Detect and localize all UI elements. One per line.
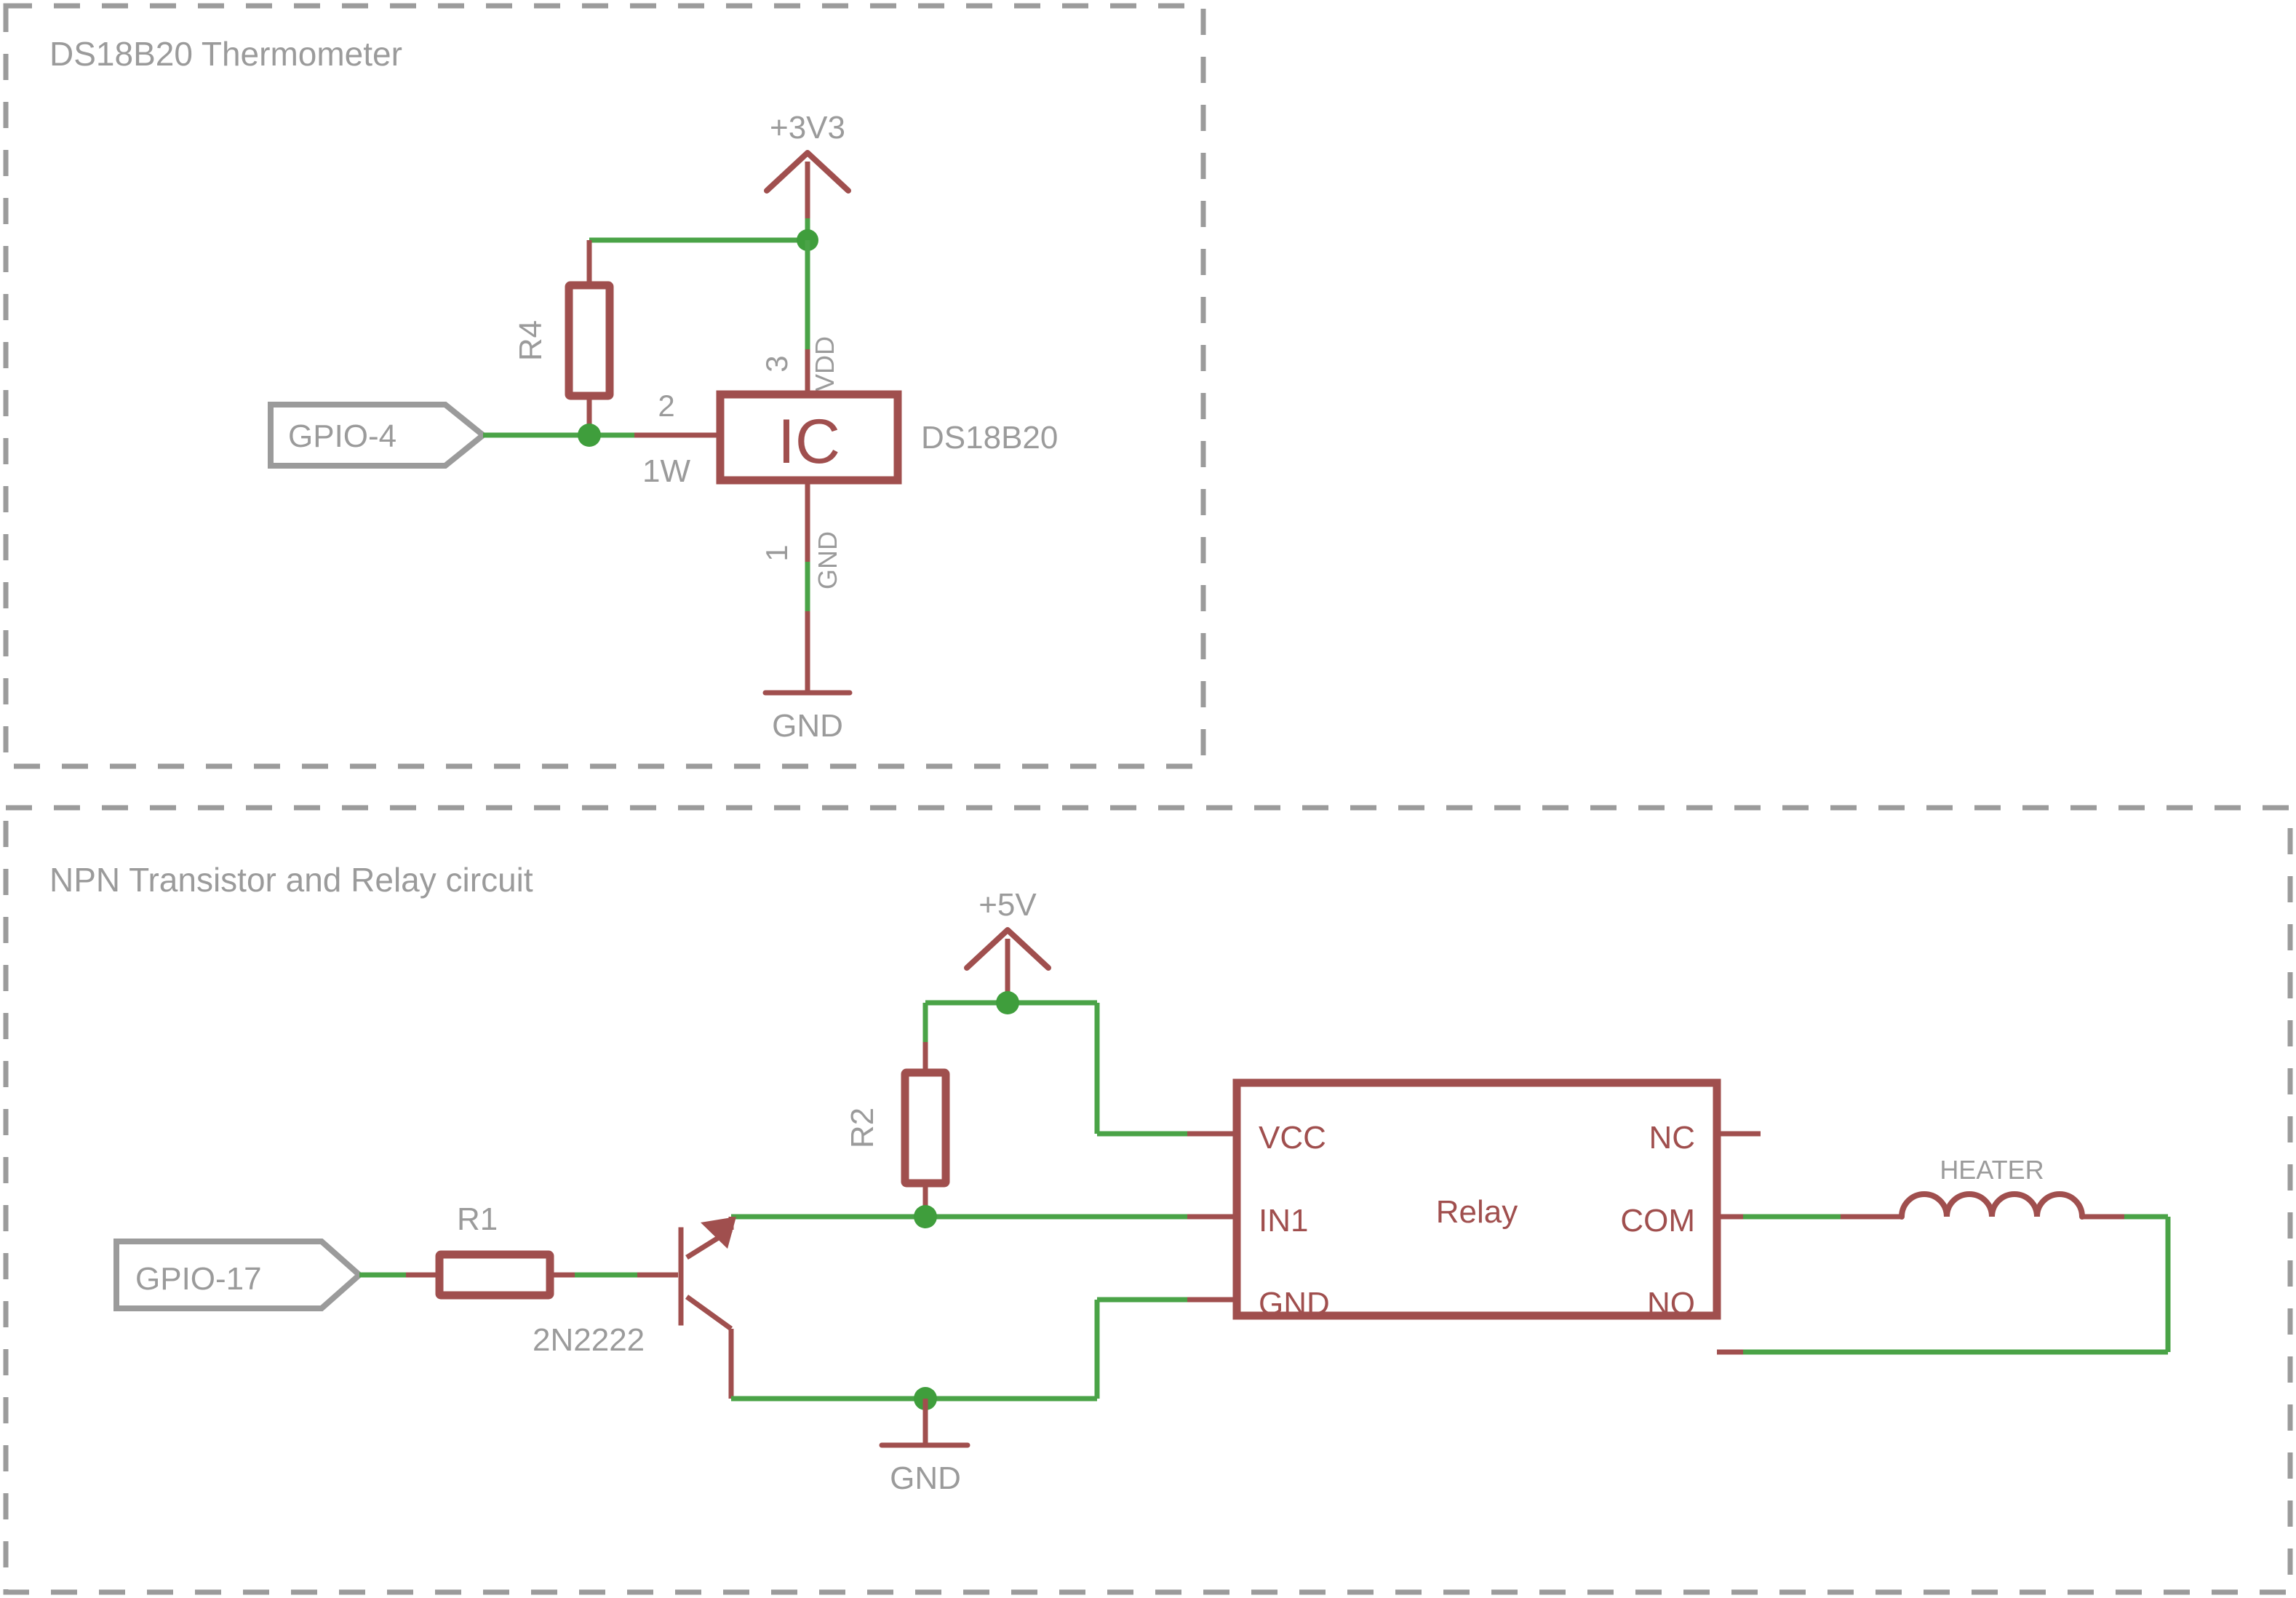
inductor-heater-label: HEATER (1940, 1155, 2044, 1185)
ic-pin-1-number: 1 (760, 544, 794, 561)
gnd-symbol-relay: GND (879, 1442, 970, 1496)
relay-pin-label-nc: NC (1649, 1120, 1695, 1156)
schematic-canvas: DS18B20 Thermometer +3V3 R4 3 VDD GPIO-4… (3, 3, 2293, 1595)
relay-pin-label-com: COM (1620, 1203, 1695, 1239)
ic-symbol-text: IC (778, 407, 840, 477)
relay-pin-label-in1: IN1 (1259, 1203, 1308, 1239)
schematic-sheet: DS18B20 Thermometer +3V3 R4 3 VDD GPIO-4… (0, 0, 2296, 1598)
ic-pin-3-number: 3 (760, 355, 794, 372)
power-symbol-3v3: +3V3 (764, 110, 851, 218)
power-symbol-5v: +5V (964, 887, 1051, 998)
power-label-3v3: +3V3 (770, 110, 845, 146)
gpio-4-label: GPIO-4 (288, 418, 396, 454)
power-label-5v: +5V (978, 887, 1037, 923)
ic-pin-2-number: 2 (658, 389, 674, 423)
resistor-r1-label: R1 (457, 1201, 498, 1237)
gnd-label-thermometer: GND (772, 708, 843, 744)
resistor-r2: R2 (845, 1042, 950, 1217)
junction-in1 (914, 1205, 937, 1228)
transistor-2n2222-label: 2N2222 (533, 1322, 645, 1358)
gpio-17-label: GPIO-17 (135, 1261, 262, 1297)
gnd-label-relay: GND (890, 1460, 961, 1496)
junction-1wire (578, 424, 601, 447)
thermometer-block-title: DS18B20 Thermometer (49, 35, 402, 73)
relay-pin-label-gnd: GND (1259, 1286, 1330, 1321)
relay-pin-label-vcc: VCC (1259, 1120, 1326, 1156)
transistor-2n2222-symbol[interactable]: 2N2222 (533, 1217, 736, 1399)
ic-part-name-label: DS18B20 (921, 420, 1058, 456)
relay-block-title: NPN Transistor and Relay circuit (49, 861, 533, 899)
relay-block: NPN Transistor and Relay circuit +5V R2 … (3, 805, 2293, 1595)
ic-pin-2-name: 1W (642, 453, 690, 489)
thermometer-block: DS18B20 Thermometer +3V3 R4 3 VDD GPIO-4… (3, 3, 1206, 769)
resistor-r4-label: R4 (513, 320, 549, 361)
ic-pin-3-name: VDD (810, 336, 840, 391)
inductor-heater-symbol: HEATER (1841, 1155, 2143, 1220)
relay-block-outline (3, 805, 2293, 1595)
ic-pin-1-name: GND (813, 531, 842, 589)
gpio-17-flag[interactable]: GPIO-17 (113, 1239, 364, 1311)
gpio-4-flag[interactable]: GPIO-4 (268, 402, 488, 469)
relay-pin-label-no: NO (1647, 1286, 1695, 1321)
resistor-r2-label: R2 (845, 1108, 880, 1148)
junction-5v (996, 991, 1019, 1014)
ic-ds18b20-symbol[interactable]: IC (716, 390, 902, 485)
relay-symbol[interactable]: VCC IN1 GND NC COM NO Relay (1232, 1078, 1721, 1321)
resistor-r4: R4 (513, 240, 614, 435)
relay-body-name: Relay (1436, 1194, 1518, 1230)
gnd-symbol-thermometer: GND (762, 690, 853, 744)
resistor-r1: R1 (406, 1201, 591, 1300)
